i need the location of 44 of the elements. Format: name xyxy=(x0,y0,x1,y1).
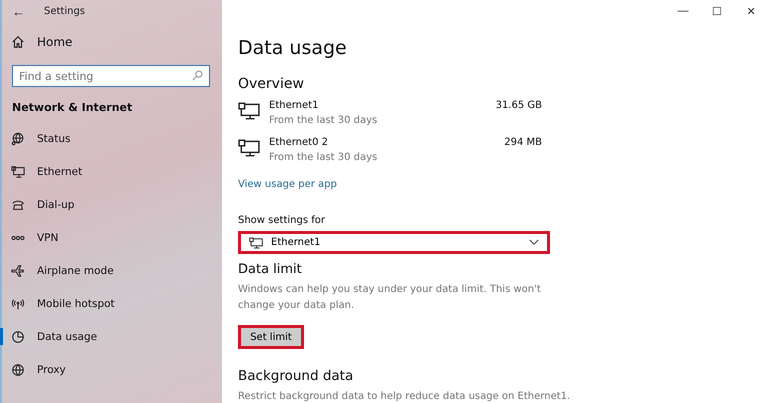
section-heading: Overview xyxy=(238,76,305,92)
network-name: Ethernet0 2 xyxy=(269,136,329,150)
section-heading: Data limit xyxy=(238,262,303,277)
sidebar-item[interactable]: Data usage xyxy=(2,320,222,353)
usage-amount: 294 MB xyxy=(504,136,542,150)
computer-icon xyxy=(238,139,260,157)
antenna-icon xyxy=(11,296,25,310)
back-button[interactable]: ← xyxy=(2,4,38,18)
airplane-icon xyxy=(11,264,25,278)
search-icon xyxy=(192,70,203,81)
maximize-button[interactable]: ☐ xyxy=(700,0,734,22)
network-period: From the last 30 days xyxy=(269,114,378,128)
section-heading: Network & Internet xyxy=(12,101,134,114)
minimize-button[interactable]: — xyxy=(666,0,700,22)
network-dropdown[interactable]: Ethernet1 xyxy=(238,231,550,254)
home-nav-item[interactable]: Home xyxy=(2,26,222,58)
network-name: Ethernet1 xyxy=(269,99,320,113)
section-heading: Background data xyxy=(238,368,354,384)
pie-chart-icon xyxy=(11,330,25,344)
sidebar-item[interactable]: VPN xyxy=(2,221,222,254)
description-text: Windows can help you stay under your data limit. This won't change your data plan. xyxy=(238,283,542,313)
window-title: Settings xyxy=(44,6,86,16)
search-field[interactable]: Find a setting xyxy=(12,65,210,87)
page-title: Data usage xyxy=(238,37,348,59)
network-period: From the last 30 days xyxy=(269,151,378,165)
computer-icon xyxy=(11,164,25,178)
set-limit-button[interactable]: Set limit xyxy=(238,325,304,349)
usage-link[interactable]: View usage per app xyxy=(238,179,337,190)
field-label: Show settings for xyxy=(238,215,326,226)
sidebar-item[interactable]: Mobile hotspot xyxy=(2,287,222,320)
globe-icon xyxy=(11,362,25,376)
sidebar-item[interactable]: Dial-up xyxy=(2,188,222,221)
globe-status-icon xyxy=(11,132,25,146)
home-icon xyxy=(11,35,25,49)
sidebar-item[interactable]: Airplane mode xyxy=(2,254,222,287)
computer-icon xyxy=(238,102,260,120)
computer-icon xyxy=(249,236,263,248)
sidebar-item[interactable]: Proxy xyxy=(2,353,222,386)
close-button[interactable]: ✕ xyxy=(734,0,768,22)
description-text: Restrict background data to help reduce data usage on Ethernet1. xyxy=(238,390,572,403)
chevron-icon xyxy=(529,239,539,246)
sidebar-item[interactable]: Ethernet xyxy=(2,155,222,188)
usage-amount: 31.65 GB xyxy=(496,99,542,113)
sidebar-item[interactable]: Status xyxy=(2,122,222,155)
